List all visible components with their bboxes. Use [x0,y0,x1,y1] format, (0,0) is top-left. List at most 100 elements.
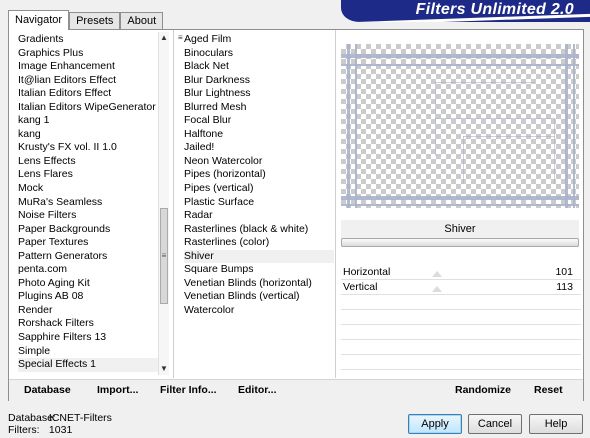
filter-item[interactable]: Blur Lightness [184,87,334,101]
category-scroll-thumb[interactable]: ≡ [160,208,168,304]
filter-item[interactable]: Venetian Blinds (horizontal) [184,277,334,291]
param-empty-row [341,355,581,370]
selected-filter-name: Shiver [341,220,579,238]
category-item[interactable]: Pattern Generators [18,250,158,264]
filter-info-button[interactable]: Filter Info... [160,384,217,396]
filter-item[interactable]: Halftone [184,128,334,142]
category-item[interactable]: Krusty's FX vol. II 1.0 [18,141,158,155]
category-item[interactable]: Italian Editors Effect [18,87,158,101]
reset-button[interactable]: Reset [534,384,563,396]
editor-button[interactable]: Editor... [238,384,277,396]
category-item[interactable]: Graphics Plus [18,47,158,61]
category-item[interactable]: Simple [18,345,158,359]
filter-item[interactable]: Focal Blur [184,114,334,128]
filter-item[interactable]: Black Net [184,60,334,74]
category-item[interactable]: penta.com [18,263,158,277]
category-item[interactable]: Noise Filters [18,209,158,223]
slider-marker-icon[interactable] [432,271,442,277]
category-item[interactable]: It@lian Editors Effect [18,74,158,88]
preview-divider [335,30,336,378]
preview-line [435,118,555,119]
import-button[interactable]: Import... [97,384,138,396]
filter-item[interactable]: Blur Darkness [184,74,334,88]
filter-item[interactable]: Jailed! [184,141,334,155]
filter-item[interactable]: Neon Watercolor [184,155,334,169]
preview-line [565,44,568,208]
category-list[interactable]: Gradients Graphics Plus Image Enhancement I… [18,33,158,372]
preview-line [463,136,464,184]
category-item[interactable]: kang 1 [18,114,158,128]
navigator-panel: Gradients Graphics Plus Image Enhancement I… [8,29,584,401]
randomize-button[interactable]: Randomize [455,384,511,396]
filters-count: 1031 [48,424,73,436]
category-item[interactable]: Plugins AB 08 [18,290,158,304]
category-item[interactable]: Image Enhancement [18,60,158,74]
category-item[interactable]: MuRa's Seamless [18,196,158,210]
filter-item[interactable]: Square Bumps [184,263,334,277]
tab-presets[interactable]: Presets [69,12,121,29]
category-item[interactable]: kang [18,128,158,142]
preview-line [573,44,575,208]
param-vertical[interactable]: Vertical 113 [341,280,581,295]
parameter-list: Horizontal 101 Vertical 113 [341,265,581,385]
category-item[interactable]: Italian Editors WipeGenerator [18,101,158,115]
category-scrollbar[interactable]: ▲ ≡ ▼ [158,32,169,375]
category-item[interactable]: Mock [18,182,158,196]
filter-item[interactable]: Pipes (horizontal) [184,168,334,182]
title-banner: Filters Unlimited 2.0 [341,0,590,22]
filter-item[interactable]: Venetian Blinds (vertical) [184,290,334,304]
database-value: ICNET-Filters [48,412,112,424]
panel-toolbar: Database Import... Filter Info... Editor… [9,379,583,401]
preview-line [341,204,579,206]
filters-label: Filters: [8,424,40,436]
preview-line [341,196,579,200]
filter-item[interactable]: Rasterlines (black & white) [184,223,334,237]
filter-item[interactable]: Aged Film [184,33,334,47]
tab-about[interactable]: About [120,12,164,29]
status-area: Database: ICNET-Filters Filters: 1031 [8,412,112,436]
filter-item[interactable]: Binoculars [184,47,334,61]
filter-item[interactable]: Watercolor [184,304,334,318]
category-item[interactable]: Lens Flares [18,168,158,182]
preview-line [341,54,579,58]
category-item[interactable]: Special Effects 1 [18,358,158,372]
preview-line [463,136,555,137]
preview-line [554,118,555,184]
category-item[interactable]: Paper Textures [18,236,158,250]
filter-list[interactable]: Aged Film Binoculars Black Net Blur Darknes… [184,33,334,317]
filter-item[interactable]: Shiver [184,249,334,264]
filter-item[interactable]: Radar [184,209,334,223]
category-item[interactable]: Sapphire Filters 13 [18,331,158,345]
param-empty-row [341,325,581,340]
filter-item[interactable]: Blurred Mesh [184,101,334,115]
preview-image [341,44,579,208]
param-empty-row [341,340,581,355]
category-item[interactable]: Gradients [18,33,158,47]
scroll-down-icon[interactable]: ▼ [159,363,169,375]
category-item[interactable]: Photo Aging Kit [18,277,158,291]
app-title: Filters Unlimited 2.0 [415,1,574,18]
param-empty-row [341,295,581,310]
apply-button[interactable]: Apply [408,414,462,434]
param-horizontal[interactable]: Horizontal 101 [341,265,581,280]
tab-navigator[interactable]: Navigator [8,10,70,30]
category-item[interactable]: Rorshack Filters [18,317,158,331]
cancel-button[interactable]: Cancel [468,414,522,434]
database-label: Database: [8,412,56,424]
database-button[interactable]: Database [24,384,71,396]
filter-item[interactable]: Rasterlines (color) [184,236,334,250]
category-item[interactable]: Render [18,304,158,318]
slider-marker-icon[interactable] [432,286,442,292]
category-item[interactable]: Paper Backgrounds [18,223,158,237]
grip-icon: ≡ [161,251,167,260]
filter-item[interactable]: Pipes (vertical) [184,182,334,196]
preview-line [347,44,350,208]
param-empty-row [341,310,581,325]
param-label: Vertical [343,281,378,293]
help-button[interactable]: Help [529,414,583,434]
param-value: 101 [555,266,573,278]
category-item[interactable]: Lens Effects [18,155,158,169]
filter-item[interactable]: Plastic Surface [184,196,334,210]
filter-marker-icon: ≡ [178,33,183,42]
scroll-up-icon[interactable]: ▲ [159,32,169,44]
